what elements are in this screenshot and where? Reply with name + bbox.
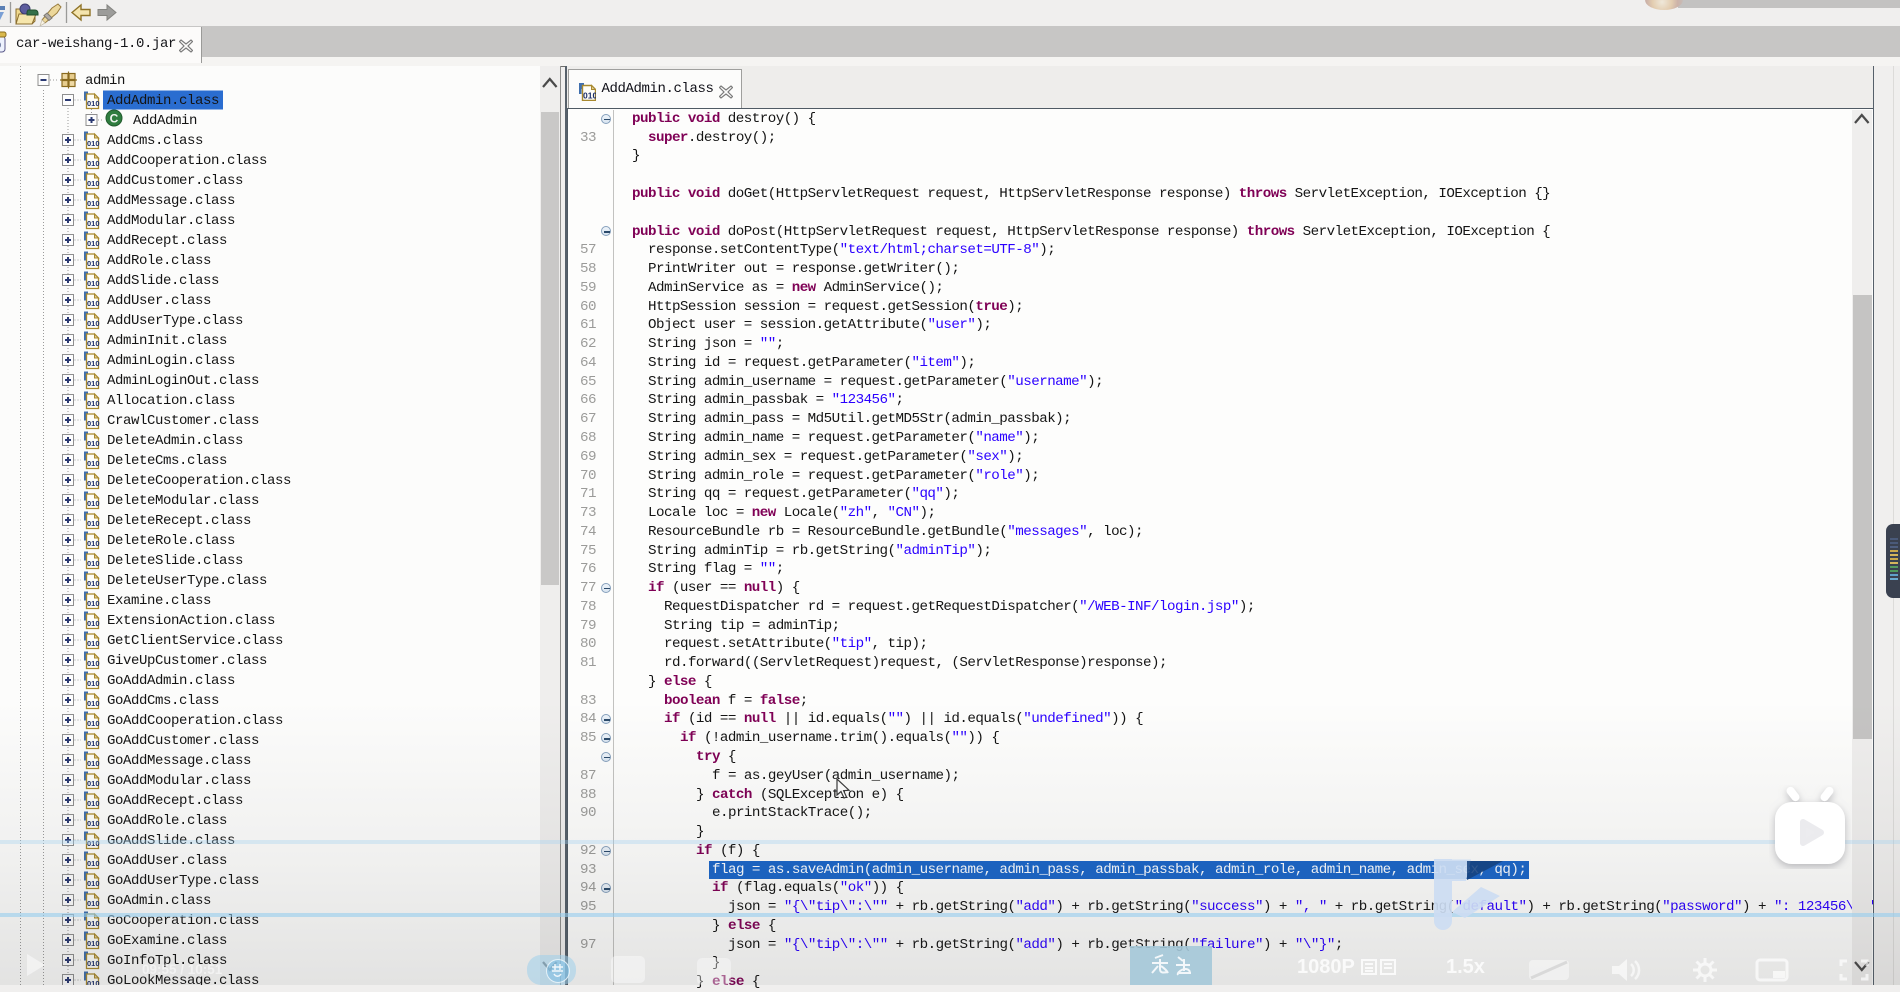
svg-text:010: 010 <box>87 899 100 908</box>
svg-text:AddRole.class: AddRole.class <box>107 253 211 269</box>
svg-text:GoAddCustomer.class: GoAddCustomer.class <box>107 733 259 749</box>
svg-text:010: 010 <box>87 979 100 985</box>
svg-text:010: 010 <box>87 179 100 188</box>
svg-text:010: 010 <box>87 239 100 248</box>
svg-text:010: 010 <box>87 779 100 788</box>
svg-text:DeleteUserType.class: DeleteUserType.class <box>107 573 267 589</box>
svg-text:AdminLoginOut.class: AdminLoginOut.class <box>107 373 259 389</box>
svg-text:010: 010 <box>87 699 100 708</box>
svg-text:AddCooperation.class: AddCooperation.class <box>107 153 267 169</box>
svg-text:010: 010 <box>87 359 100 368</box>
svg-text:010: 010 <box>87 739 100 748</box>
svg-text:GoAddUser.class: GoAddUser.class <box>107 853 227 869</box>
svg-text:GetClientService.class: GetClientService.class <box>107 633 283 649</box>
svg-text:010: 010 <box>87 759 100 768</box>
svg-text:010: 010 <box>87 399 100 408</box>
svg-text:010: 010 <box>87 99 100 108</box>
svg-text:AddCustomer.class: AddCustomer.class <box>107 173 243 189</box>
svg-text:GoAddCms.class: GoAddCms.class <box>107 693 219 709</box>
svg-text:010: 010 <box>87 319 100 328</box>
svg-text:010: 010 <box>87 439 100 448</box>
svg-text:GoAddMessage.class: GoAddMessage.class <box>107 753 251 769</box>
svg-text:010: 010 <box>87 579 100 588</box>
svg-text:admin: admin <box>85 73 125 89</box>
svg-text:010: 010 <box>87 719 100 728</box>
svg-text:AddAdmin.class: AddAdmin.class <box>107 93 219 109</box>
svg-text:GiveUpCustomer.class: GiveUpCustomer.class <box>107 653 267 669</box>
svg-text:DeleteRecept.class: DeleteRecept.class <box>107 513 251 529</box>
svg-text:010: 010 <box>87 639 100 648</box>
svg-text:AddCms.class: AddCms.class <box>107 133 203 149</box>
svg-text:010: 010 <box>87 459 100 468</box>
svg-text:GoAddCooperation.class: GoAddCooperation.class <box>107 713 283 729</box>
svg-text:AdminInit.class: AdminInit.class <box>107 333 227 349</box>
svg-text:010: 010 <box>87 259 100 268</box>
svg-text:ExtensionAction.class: ExtensionAction.class <box>107 613 275 629</box>
svg-text:010: 010 <box>87 859 100 868</box>
svg-text:010: 010 <box>87 559 100 568</box>
svg-text:010: 010 <box>87 959 100 968</box>
svg-text:AddAdmin: AddAdmin <box>133 113 197 129</box>
svg-text:010: 010 <box>87 279 100 288</box>
svg-text:010: 010 <box>87 539 100 548</box>
svg-text:GoExamine.class: GoExamine.class <box>107 933 227 949</box>
svg-text:010: 010 <box>87 919 100 928</box>
svg-text:010: 010 <box>87 499 100 508</box>
svg-text:AddSlide.class: AddSlide.class <box>107 273 219 289</box>
svg-text:AdminLogin.class: AdminLogin.class <box>107 353 235 369</box>
svg-text:010: 010 <box>87 659 100 668</box>
svg-text:GoAddModular.class: GoAddModular.class <box>107 773 251 789</box>
svg-text:GoAddRecept.class: GoAddRecept.class <box>107 793 243 809</box>
svg-text:AddRecept.class: AddRecept.class <box>107 233 227 249</box>
svg-text:AddMessage.class: AddMessage.class <box>107 193 235 209</box>
svg-text:DeleteAdmin.class: DeleteAdmin.class <box>107 433 243 449</box>
svg-text:AddModular.class: AddModular.class <box>107 213 235 229</box>
svg-text:010: 010 <box>87 619 100 628</box>
svg-text:C: C <box>110 112 119 126</box>
svg-text:010: 010 <box>87 679 100 688</box>
svg-text:010: 010 <box>87 219 100 228</box>
svg-text:010: 010 <box>87 799 100 808</box>
svg-text:Examine.class: Examine.class <box>107 593 211 609</box>
svg-text:DeleteCms.class: DeleteCms.class <box>107 453 227 469</box>
svg-text:AddUserType.class: AddUserType.class <box>107 313 243 329</box>
svg-text:010: 010 <box>87 519 100 528</box>
svg-text:010: 010 <box>87 139 100 148</box>
svg-text:GoAddRole.class: GoAddRole.class <box>107 813 227 829</box>
svg-text:CrawlCustomer.class: CrawlCustomer.class <box>107 413 259 429</box>
svg-text:DeleteCooperation.class: DeleteCooperation.class <box>107 473 291 489</box>
svg-text:DeleteSlide.class: DeleteSlide.class <box>107 553 243 569</box>
svg-text:GoAddUserType.class: GoAddUserType.class <box>107 873 259 889</box>
svg-text:AddUser.class: AddUser.class <box>107 293 211 309</box>
svg-text:GoAddAdmin.class: GoAddAdmin.class <box>107 673 235 689</box>
svg-text:010: 010 <box>87 819 100 828</box>
svg-text:GoAdmin.class: GoAdmin.class <box>107 893 211 909</box>
svg-text:Allocation.class: Allocation.class <box>107 393 235 409</box>
svg-text:010: 010 <box>87 199 100 208</box>
svg-text:DeleteRole.class: DeleteRole.class <box>107 533 235 549</box>
svg-text:010: 010 <box>87 299 100 308</box>
svg-text:010: 010 <box>87 479 100 488</box>
svg-text:010: 010 <box>87 339 100 348</box>
svg-text:010: 010 <box>87 159 100 168</box>
svg-text:DeleteModular.class: DeleteModular.class <box>107 493 259 509</box>
svg-text:010: 010 <box>87 599 100 608</box>
svg-text:010: 010 <box>87 419 100 428</box>
svg-text:010: 010 <box>87 939 100 948</box>
svg-text:010: 010 <box>583 91 596 101</box>
svg-text:010: 010 <box>87 379 100 388</box>
svg-text:010: 010 <box>87 879 100 888</box>
